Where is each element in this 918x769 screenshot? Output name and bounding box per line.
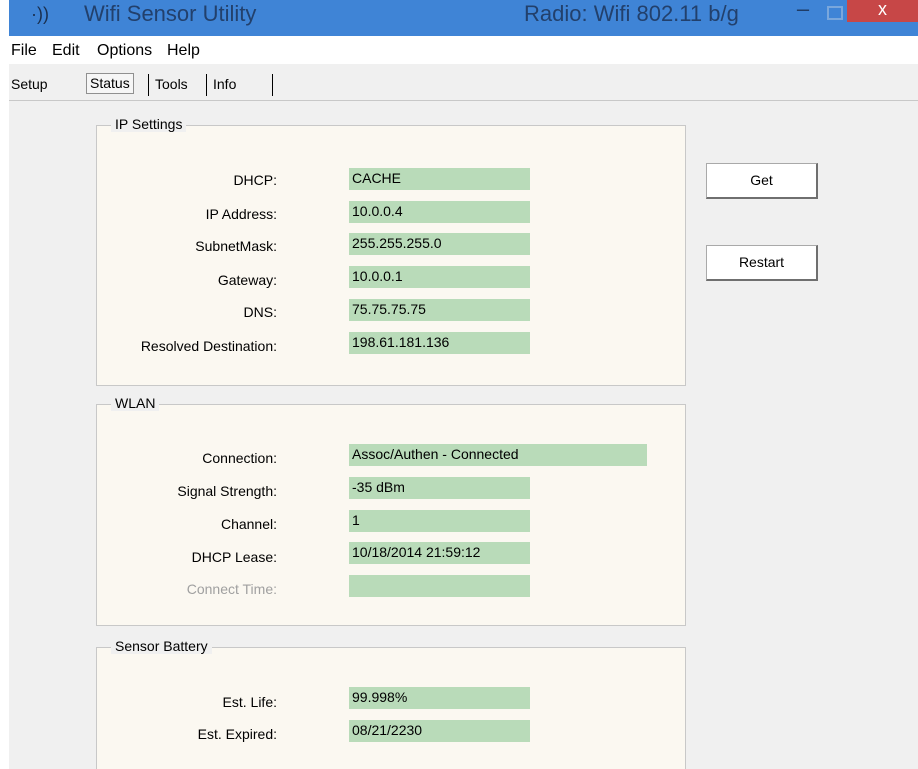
menu-options[interactable]: Options — [97, 42, 152, 60]
gateway-value: 10.0.0.1 — [349, 266, 530, 288]
resolved-destination-label: Resolved Destination: — [140, 338, 277, 354]
get-button[interactable]: Get — [706, 163, 818, 199]
menu-file[interactable]: File — [11, 42, 37, 60]
est-expired-label: Est. Expired: — [197, 726, 277, 742]
menu-bar: File Edit Options Help — [9, 36, 918, 64]
ip-settings-group: IP Settings DHCP: CACHE IP Address: 10.0… — [96, 116, 686, 386]
menu-help[interactable]: Help — [167, 42, 200, 60]
wlan-title: WLAN — [111, 395, 160, 411]
tab-info[interactable]: Info — [213, 76, 236, 92]
tab-separator — [206, 74, 207, 96]
close-button[interactable]: x — [847, 0, 918, 22]
dhcp-lease-value: 10/18/2014 21:59:12 — [349, 542, 530, 564]
signal-strength-value: -35 dBm — [349, 477, 530, 499]
dns-label: DNS: — [243, 304, 277, 320]
resolved-destination-value: 198.61.181.136 — [349, 332, 530, 354]
tab-separator — [148, 74, 149, 96]
tab-tools[interactable]: Tools — [155, 76, 188, 92]
ip-address-value: 10.0.0.4 — [349, 201, 530, 223]
tab-separator — [272, 74, 273, 96]
wifi-signal-icon: ·)) — [31, 4, 49, 24]
sensor-battery-group: Sensor Battery Est. Life: 99.998% Est. E… — [96, 638, 686, 769]
est-life-label: Est. Life: — [222, 694, 277, 710]
left-border — [0, 0, 9, 769]
gateway-label: Gateway: — [217, 272, 277, 288]
minimize-button[interactable]: – — [793, 0, 813, 20]
radio-label: Radio: Wifi 802.11 b/g — [524, 1, 739, 26]
title-bar[interactable]: ·)) Wifi Sensor Utility Radio: Wifi 802.… — [9, 0, 918, 36]
ip-settings-title: IP Settings — [111, 116, 187, 132]
wlan-group: WLAN Connection: Assoc/Authen - Connecte… — [96, 395, 686, 626]
dhcp-value: CACHE — [349, 168, 530, 190]
dhcp-lease-label: DHCP Lease: — [191, 549, 277, 565]
est-life-value: 99.998% — [349, 687, 530, 709]
tab-setup[interactable]: Setup — [11, 76, 48, 92]
dhcp-label: DHCP: — [233, 172, 277, 188]
restart-button[interactable]: Restart — [706, 245, 818, 281]
window-title: Wifi Sensor Utility — [84, 1, 257, 26]
channel-value: 1 — [349, 510, 530, 532]
menu-edit[interactable]: Edit — [52, 42, 80, 60]
signal-strength-label: Signal Strength: — [177, 483, 277, 499]
connect-time-label: Connect Time: — [186, 581, 277, 597]
tab-status[interactable]: Status — [86, 73, 134, 94]
app-window: ·)) Wifi Sensor Utility Radio: Wifi 802.… — [9, 0, 918, 769]
channel-label: Channel: — [220, 516, 277, 532]
connection-value: Assoc/Authen - Connected — [349, 444, 647, 466]
subnet-mask-value: 255.255.255.0 — [349, 233, 530, 255]
dns-value: 75.75.75.75 — [349, 299, 530, 321]
connect-time-value — [349, 575, 530, 597]
ip-address-label: IP Address: — [205, 206, 277, 222]
sensor-battery-title: Sensor Battery — [111, 638, 212, 654]
est-expired-value: 08/21/2230 — [349, 720, 530, 742]
connection-label: Connection: — [202, 450, 277, 466]
tab-bar: Setup Status Tools Info — [9, 64, 918, 101]
subnet-mask-label: SubnetMask: — [195, 238, 277, 254]
maximize-button[interactable] — [827, 6, 843, 20]
